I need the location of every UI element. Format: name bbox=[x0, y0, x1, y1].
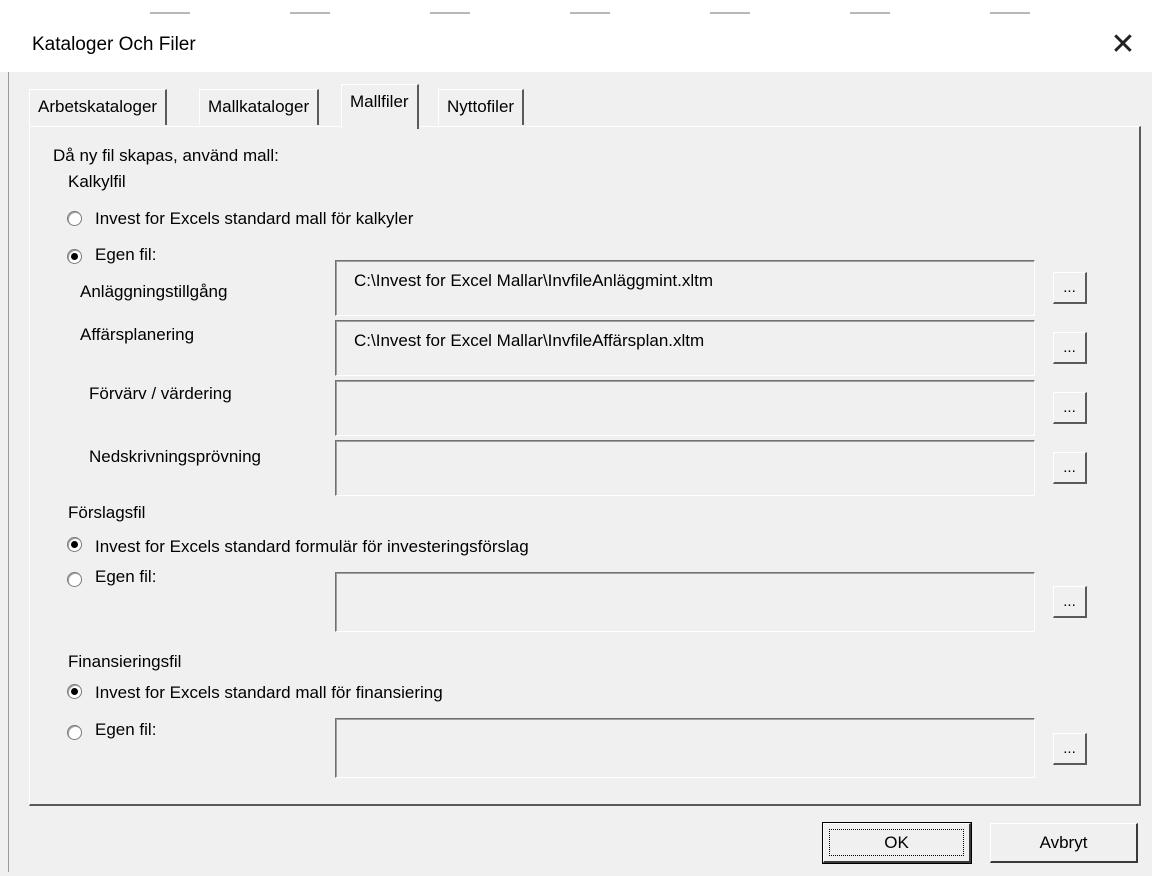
affarsplanering-path-field[interactable]: C:\Invest for Excel Mallar\InvfileAffärs… bbox=[335, 320, 1035, 376]
radio-selected-dot bbox=[71, 541, 78, 548]
anlaggning-path-field[interactable]: C:\Invest for Excel Mallar\InvfileAnlägg… bbox=[335, 260, 1035, 316]
nedskrivning-label: Nedskrivningsprövning bbox=[89, 447, 261, 466]
finans-own-label[interactable]: Egen fil: bbox=[95, 720, 156, 740]
kalkylfil-heading: Kalkylfil bbox=[68, 172, 126, 191]
ok-button-label: OK bbox=[884, 833, 909, 852]
radio-selected-dot bbox=[71, 688, 78, 695]
forslag-standard-label[interactable]: Invest for Excels standard formulär för … bbox=[95, 537, 529, 557]
finans-path-field[interactable] bbox=[335, 718, 1035, 778]
forslag-own-radio[interactable] bbox=[67, 572, 82, 587]
forvarv-label: Förvärv / värdering bbox=[89, 384, 232, 403]
forvarv-path-field[interactable] bbox=[335, 380, 1035, 436]
forslagsfil-heading: Förslagsfil bbox=[68, 503, 146, 522]
nedskrivning-path-field[interactable] bbox=[335, 440, 1035, 496]
tab-mallfiler[interactable]: Mallfiler bbox=[341, 84, 419, 129]
cancel-button-label: Avbryt bbox=[1039, 833, 1088, 852]
affarsplanering-browse-button[interactable]: ... bbox=[1053, 332, 1087, 364]
window-border bbox=[8, 72, 9, 872]
intro-label: Då ny fil skapas, använd mall: bbox=[53, 146, 279, 165]
finans-standard-radio[interactable] bbox=[67, 684, 82, 699]
nedskrivning-browse-button[interactable]: ... bbox=[1053, 452, 1087, 484]
anlaggning-label: Anläggningstillgång bbox=[80, 282, 228, 301]
kalkyl-standard-label[interactable]: Invest for Excels standard mall för kalk… bbox=[95, 209, 413, 229]
title-bar: Kataloger Och Filer ✕ bbox=[0, 20, 1152, 72]
kalkyl-standard-radio[interactable] bbox=[67, 211, 82, 226]
window-title: Kataloger Och Filer bbox=[32, 34, 196, 55]
kalkyl-own-label[interactable]: Egen fil: bbox=[95, 245, 156, 265]
ok-button[interactable]: OK bbox=[822, 822, 972, 864]
tab-mallkataloger[interactable]: Mallkataloger bbox=[199, 89, 320, 125]
forslag-own-label[interactable]: Egen fil: bbox=[95, 567, 156, 587]
close-icon[interactable]: ✕ bbox=[1104, 26, 1142, 64]
forslag-path-field[interactable] bbox=[335, 572, 1035, 632]
finans-standard-label[interactable]: Invest for Excels standard mall för fina… bbox=[95, 683, 443, 703]
radio-selected-dot bbox=[71, 253, 78, 260]
background-strip bbox=[0, 0, 1152, 20]
forslag-browse-button[interactable]: ... bbox=[1053, 586, 1087, 618]
finansieringsfil-heading: Finansieringsfil bbox=[68, 652, 182, 671]
forslag-standard-radio[interactable] bbox=[67, 537, 82, 552]
cancel-button[interactable]: Avbryt bbox=[990, 823, 1138, 863]
tab-nyttofiler[interactable]: Nyttofiler bbox=[438, 89, 525, 125]
affarsplanering-label: Affärsplanering bbox=[80, 325, 195, 344]
finans-browse-button[interactable]: ... bbox=[1053, 733, 1087, 765]
tab-arbetskataloger[interactable]: Arbetskataloger bbox=[29, 89, 168, 125]
finans-own-radio[interactable] bbox=[67, 725, 82, 740]
forvarv-browse-button[interactable]: ... bbox=[1053, 392, 1087, 424]
dialog-window: Kataloger Och Filer ✕ Arbetskataloger Ma… bbox=[0, 0, 1152, 876]
anlaggning-browse-button[interactable]: ... bbox=[1053, 272, 1087, 304]
kalkyl-own-radio[interactable] bbox=[67, 249, 82, 264]
